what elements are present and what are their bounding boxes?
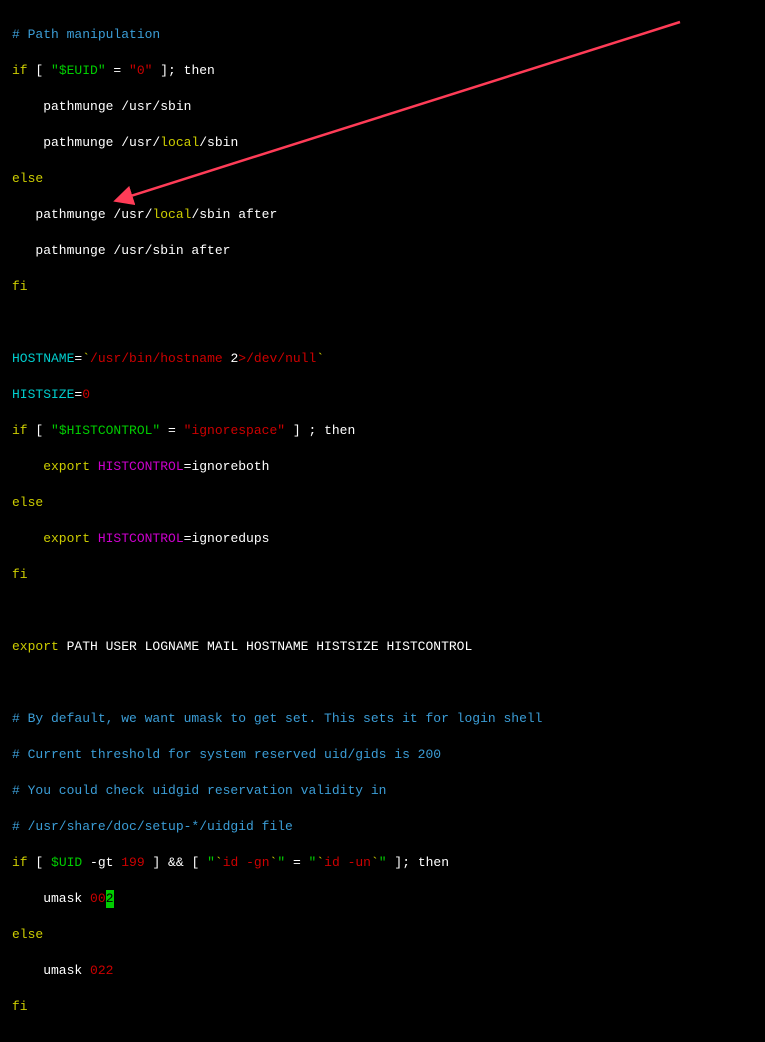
export-var: HISTCONTROL (90, 459, 184, 474)
code-text: ]; then (152, 63, 214, 78)
keyword-if: if (12, 855, 28, 870)
backtick: ` (270, 855, 278, 870)
value-histsize: 0 (82, 387, 90, 402)
code-text: -gt (82, 855, 121, 870)
command: id -gn (223, 855, 270, 870)
backtick: ` (371, 855, 379, 870)
keyword-export: export (12, 459, 90, 474)
redirect: >/dev/null (238, 351, 316, 366)
code-text: [ (28, 855, 51, 870)
backtick: ` (82, 351, 90, 366)
export-list: PATH USER LOGNAME MAIL HOSTNAME HISTSIZE… (59, 639, 472, 654)
terminal-viewport[interactable]: # Path manipulation if [ "$EUID" = "0" ]… (0, 0, 765, 1042)
code-text: ] ; then (285, 423, 355, 438)
code-text: = (160, 423, 183, 438)
code-text: /sbin (199, 135, 238, 150)
code-text: pathmunge /usr/sbin after (12, 243, 230, 258)
keyword-export: export (12, 531, 90, 546)
code-text: = (106, 63, 129, 78)
keyword-if: if (12, 63, 28, 78)
code-text: /sbin after (191, 207, 277, 222)
comment-line: # Current threshold for system reserved … (12, 747, 441, 762)
keyword-fi: fi (12, 567, 28, 582)
code-text: umask (12, 963, 90, 978)
export-var: HISTCONTROL (90, 531, 184, 546)
quote: " (207, 855, 215, 870)
keyword: local (152, 207, 191, 222)
quote: " (277, 855, 285, 870)
variable: "$HISTCONTROL" (51, 423, 160, 438)
variable: "$EUID" (51, 63, 106, 78)
keyword-else: else (12, 495, 43, 510)
keyword-if: if (12, 423, 28, 438)
command: /usr/bin/hostname (90, 351, 230, 366)
quote: " (309, 855, 317, 870)
backtick: ` (316, 855, 324, 870)
variable-name: HISTSIZE (12, 387, 74, 402)
comment-line: # You could check uidgid reservation val… (12, 783, 386, 798)
backtick: ` (316, 351, 324, 366)
code-text: =ignoreboth (184, 459, 270, 474)
variable: $UID (51, 855, 82, 870)
keyword-fi: fi (12, 279, 28, 294)
string: "0" (129, 63, 152, 78)
cursor: 2 (106, 890, 114, 908)
backtick: ` (215, 855, 223, 870)
code-text: pathmunge /usr/ (12, 135, 160, 150)
quote: " (379, 855, 387, 870)
keyword-export: export (12, 639, 59, 654)
number: 199 (121, 855, 144, 870)
code-text: [ (28, 423, 51, 438)
keyword-else: else (12, 927, 43, 942)
code-text: umask (12, 891, 90, 906)
code-text: =ignoredups (184, 531, 270, 546)
variable-name: HOSTNAME (12, 351, 74, 366)
comment-line: # /usr/share/doc/setup-*/uidgid file (12, 819, 293, 834)
string: "ignorespace" (184, 423, 285, 438)
keyword: local (160, 135, 199, 150)
number: 022 (90, 963, 113, 978)
keyword-else: else (12, 171, 43, 186)
code-text: [ (28, 63, 51, 78)
code-text: ]; then (387, 855, 449, 870)
code-text: pathmunge /usr/ (12, 207, 152, 222)
number: 00 (90, 891, 106, 906)
code-text: ] && [ (145, 855, 207, 870)
keyword-fi: fi (12, 999, 28, 1014)
comment-line: # Path manipulation (12, 27, 160, 42)
comment-line: # By default, we want umask to get set. … (12, 711, 543, 726)
code-text: = (285, 855, 308, 870)
code-text: pathmunge /usr/sbin (12, 99, 191, 114)
command: id -un (324, 855, 371, 870)
